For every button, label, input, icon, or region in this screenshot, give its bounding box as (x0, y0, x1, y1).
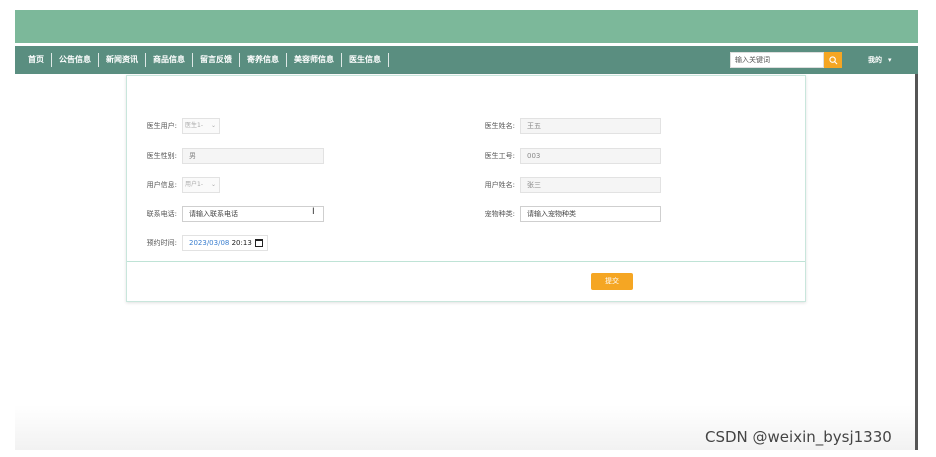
doctor-id-label: 医生工号: (484, 152, 515, 160)
doctor-user-select[interactable]: 医生1- ⌄ (182, 118, 220, 134)
pet-type-input[interactable]: 请输入宠物种类 (520, 206, 661, 222)
nav-item-feedback[interactable]: 留言反馈 (193, 53, 240, 67)
doctor-user-value: 医生1- (185, 122, 203, 129)
pet-type-label: 宠物种类: (484, 210, 515, 218)
phone-input[interactable]: 请输入联系电话 (182, 206, 324, 222)
appointment-time-label: 预约时间: (146, 239, 177, 247)
scrollbar-edge (915, 74, 918, 450)
text-cursor-icon: I (312, 207, 315, 217)
page: 首页 公告信息 新闻资讯 商品信息 留言反馈 寄养信息 美容师信息 医生信息 输… (0, 0, 936, 457)
search-input[interactable]: 输入关键词 (730, 52, 824, 68)
form-divider (127, 261, 805, 262)
chevron-down-icon: ⌄ (210, 122, 216, 129)
user-menu[interactable]: 我的 ▾ (868, 52, 892, 68)
calendar-icon[interactable] (255, 239, 263, 247)
watermark-text: CSDN @weixin_bysj1330 (705, 428, 892, 446)
search-button[interactable] (824, 52, 842, 68)
top-banner (15, 10, 918, 43)
user-info-label: 用户信息: (146, 181, 177, 189)
user-name-label: 用户姓名: (484, 181, 515, 189)
chevron-down-icon: ▾ (888, 56, 892, 64)
nav-item-groomer[interactable]: 美容师信息 (287, 53, 342, 67)
chevron-down-icon: ⌄ (210, 181, 216, 188)
nav-menu: 首页 公告信息 新闻资讯 商品信息 留言反馈 寄养信息 美容师信息 医生信息 (21, 46, 389, 74)
submit-button[interactable]: 提交 (591, 273, 633, 290)
nav-item-goods[interactable]: 商品信息 (146, 53, 193, 67)
doctor-id-field[interactable]: 003 (520, 148, 661, 164)
user-name-field[interactable]: 张三 (520, 177, 661, 193)
search-icon (828, 55, 837, 64)
user-info-select[interactable]: 用户1- ⌄ (182, 177, 220, 193)
appointment-form: 医生用户: 医生1- ⌄ 医生姓名: 王五 医生性别: 男 医生工号: 003 … (126, 75, 806, 302)
doctor-gender-label: 医生性别: (146, 152, 177, 160)
doctor-name-label: 医生姓名: (484, 122, 515, 130)
appointment-clock: 20:13 (231, 239, 252, 247)
user-menu-label: 我的 (868, 56, 882, 64)
doctor-gender-field[interactable]: 男 (182, 148, 324, 164)
app-screen: 首页 公告信息 新闻资讯 商品信息 留言反馈 寄养信息 美容师信息 医生信息 输… (15, 10, 918, 450)
nav-item-news[interactable]: 新闻资讯 (99, 53, 146, 67)
doctor-user-label: 医生用户: (146, 122, 177, 130)
nav-bar: 首页 公告信息 新闻资讯 商品信息 留言反馈 寄养信息 美容师信息 医生信息 输… (15, 46, 918, 74)
appointment-time-input[interactable]: 2023/03/08 20:13 (182, 235, 268, 251)
user-info-value: 用户1- (185, 181, 203, 188)
phone-label: 联系电话: (146, 210, 177, 218)
doctor-name-field[interactable]: 王五 (520, 118, 661, 134)
nav-item-home[interactable]: 首页 (21, 53, 52, 67)
nav-item-notice[interactable]: 公告信息 (52, 53, 99, 67)
appointment-date: 2023/03/08 (189, 239, 230, 247)
nav-item-doctor[interactable]: 医生信息 (342, 53, 389, 67)
nav-item-boarding[interactable]: 寄养信息 (240, 53, 287, 67)
